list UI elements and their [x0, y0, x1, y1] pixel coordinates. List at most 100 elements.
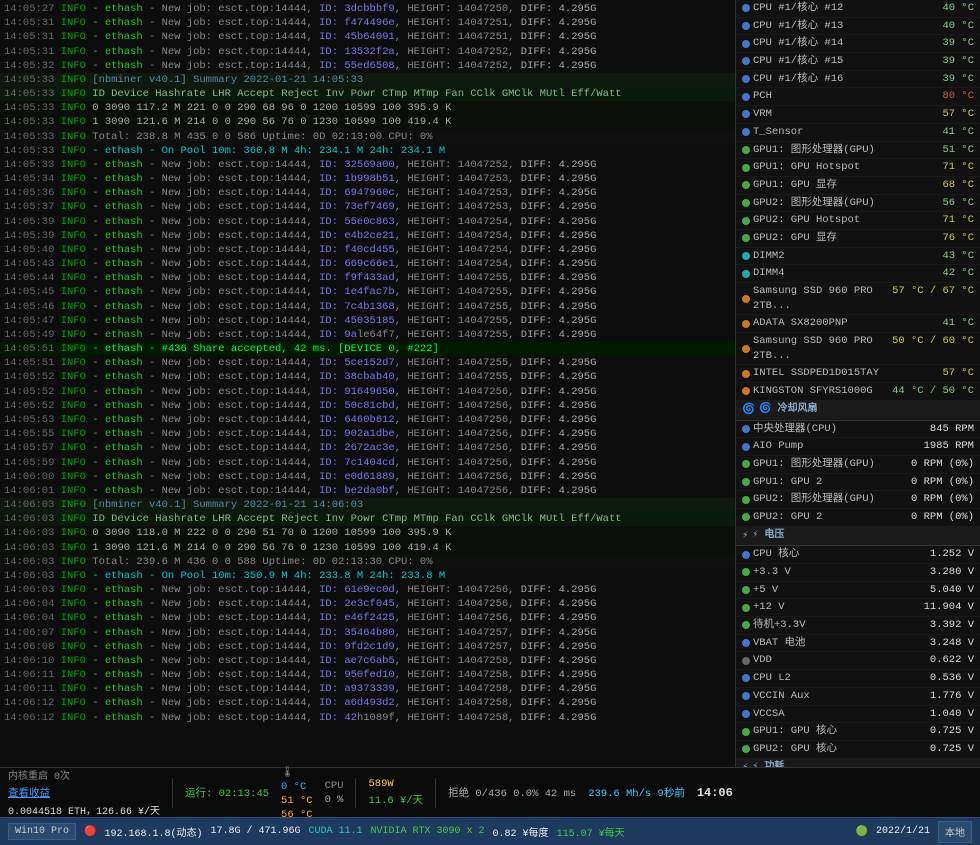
sensor-cpul2: CPU L2 0.536 V: [736, 670, 980, 688]
cpu-usage-status: CPU 0 %: [325, 780, 344, 806]
log-line: 14:05:33 INFO - ethash - New job: esct.t…: [0, 158, 735, 172]
log-line: 14:06:07 INFO - ethash - New job: esct.t…: [0, 626, 735, 640]
reject-status: 拒绝 0/436 0.0% 42 ms: [448, 785, 576, 800]
log-line: 14:06:11 INFO - ethash - New job: esct.t…: [0, 682, 735, 696]
clock-status: 14:06: [697, 786, 733, 800]
log-line: 14:05:52 INFO - ethash - New job: esct.t…: [0, 399, 735, 413]
sensor-adata: ADATA SX8200PNP 41 °C: [736, 315, 980, 333]
sensor-cpu-core-14: CPU #1/核心 #14 39 °C: [736, 35, 980, 53]
taskbar: Win10 Pro 🔴 192.168.1.8(动态) 17.8G / 471.…: [0, 817, 980, 845]
log-line: 14:06:12 INFO - ethash - New job: esct.t…: [0, 711, 735, 725]
sensor-dimm4: DIMM4 42 °C: [736, 265, 980, 283]
sensor-vccsa: VCCSA 1.040 V: [736, 706, 980, 724]
temp-status: 🌡 0 °C 51 °C 56 °C: [281, 765, 313, 821]
log-line: 14:06:12 INFO - ethash - New job: esct.t…: [0, 696, 735, 710]
status-bar: 内核重启 0次 查看收益 0.0044518 ETH，126.66 ¥/天 运行…: [0, 767, 980, 817]
sensor-aio-pump: AIO Pump 1985 RPM: [736, 438, 980, 456]
log-line: 14:06:08 INFO - ethash - New job: esct.t…: [0, 640, 735, 654]
fan-icon: 🌀: [742, 403, 755, 418]
log-line: 14:05:52 INFO - ethash - New job: esct.t…: [0, 370, 735, 384]
sensor-vrm: VRM 57 °C: [736, 106, 980, 124]
sensor-gpu1-mem: GPU1: GPU 显存 68 °C: [736, 177, 980, 195]
sensor-cpu-vcore: CPU 核心 1.252 V: [736, 546, 980, 564]
sensor-gpu1-fan: GPU1: 图形处理器(GPU) 0 RPM (0%): [736, 456, 980, 474]
log-line: 14:05:39 INFO - ethash - New job: esct.t…: [0, 229, 735, 243]
log-line: 14:05:33 INFO 1 3090 121.6 M 214 0 0 290…: [0, 115, 735, 129]
sensor-gpu2-fan: GPU2: 图形处理器(GPU) 0 RPM (0%): [736, 491, 980, 509]
voltage-section-header: ⚡ ⚡ 电压: [736, 527, 980, 547]
sensor-gpu1-core: GPU1: 图形处理器(GPU) 51 °C: [736, 142, 980, 160]
power-status: 589W 11.6 ¥/天: [368, 778, 423, 807]
sensor-gpu2-vcore: GPU2: GPU 核心 0.725 V: [736, 741, 980, 759]
log-line: 14:05:43 INFO - ethash - New job: esct.t…: [0, 257, 735, 271]
sensor-ssd-samsung1: Samsung SSD 960 PRO 2TB... 57 °C / 67 °C: [736, 283, 980, 315]
fans-section-header: 🌀 🌀 冷却风扇: [736, 401, 980, 421]
log-line: 14:05:49 INFO - ethash - New job: esct.t…: [0, 328, 735, 342]
log-line: 14:06:04 INFO - ethash - New job: esct.t…: [0, 611, 735, 625]
log-line: 14:06:04 INFO - ethash - New job: esct.t…: [0, 597, 735, 611]
log-line: 14:06:03 INFO 1 3090 121.6 M 214 0 0 290…: [0, 541, 735, 555]
log-line: 14:05:55 INFO - ethash - New job: esct.t…: [0, 427, 735, 441]
reboot-status: 内核重启 0次 查看收益 0.0044518 ETH，126.66 ¥/天: [8, 767, 160, 818]
log-line: 14:05:31 INFO - ethash - New job: esct.t…: [0, 16, 735, 30]
log-content[interactable]: 14:05:27 INFO - ethash - New job: esct.t…: [0, 0, 735, 767]
sensor-gpu2-mem: GPU2: GPU 显存 76 °C: [736, 230, 980, 248]
sensor-pch: PCH 80 °C: [736, 88, 980, 106]
log-line: 14:06:03 INFO - ethash - On Pool 10m: 35…: [0, 569, 735, 583]
log-line: 14:05:32 INFO - ethash - New job: esct.t…: [0, 59, 735, 73]
sensor-vdd: VDD 0.622 V: [736, 652, 980, 670]
log-line: 14:05:31 INFO - ethash - New job: esct.t…: [0, 30, 735, 44]
log-line: 14:06:11 INFO - ethash - New job: esct.t…: [0, 668, 735, 682]
sensor-cpu-fan: 中央处理器(CPU) 845 RPM: [736, 421, 980, 439]
sensor-panel[interactable]: CPU #1/核心 #12 40 °C CPU #1/核心 #13 40 °C …: [735, 0, 980, 767]
log-line: 14:05:33 INFO - ethash - On Pool 10m: 36…: [0, 144, 735, 158]
log-line: 14:06:00 INFO - ethash - New job: esct.t…: [0, 470, 735, 484]
sensor-cpu-core-16: CPU #1/核心 #16 39 °C: [736, 71, 980, 89]
sensor-v33: +3.3 V 3.280 V: [736, 564, 980, 582]
log-line: 14:05:31 INFO - ethash - New job: esct.t…: [0, 45, 735, 59]
log-line: 14:05:51 INFO - ethash - #436 Share acce…: [0, 342, 735, 356]
sensor-v12: +12 V 11.904 V: [736, 599, 980, 617]
log-line: 14:05:40 INFO - ethash - New job: esct.t…: [0, 243, 735, 257]
log-line: 14:05:33 INFO ID Device Hashrate LHR Acc…: [0, 87, 735, 101]
log-panel: 14:05:27 INFO - ethash - New job: esct.t…: [0, 0, 735, 767]
sensor-tsensor: T_Sensor 41 °C: [736, 124, 980, 142]
sensor-cpu-core-12: CPU #1/核心 #12 40 °C: [736, 0, 980, 18]
sensor-standby33: 待机+3.3V 3.392 V: [736, 617, 980, 635]
log-line: 14:05:27 INFO - ethash - New job: esct.t…: [0, 2, 735, 16]
sensor-v5: +5 V 5.040 V: [736, 582, 980, 600]
sensor-gpu2-core: GPU2: 图形处理器(GPU) 56 °C: [736, 195, 980, 213]
runtime-status: 运行: 02:13:45: [185, 785, 269, 800]
log-line: 14:06:03 INFO - ethash - New job: esct.t…: [0, 583, 735, 597]
sensor-kingston: KINGSTON SFYRS1000G 44 °C / 50 °C: [736, 383, 980, 401]
log-line: 14:05:59 INFO - ethash - New job: esct.t…: [0, 456, 735, 470]
log-line: 14:05:44 INFO - ethash - New job: esct.t…: [0, 271, 735, 285]
sensor-ssd-samsung2: Samsung SSD 960 PRO 2TB... 50 °C / 60 °C: [736, 333, 980, 365]
log-line: 14:05:39 INFO - ethash - New job: esct.t…: [0, 215, 735, 229]
log-line: 14:06:03 INFO 0 3090 118.0 M 222 0 0 290…: [0, 526, 735, 540]
sensor-gpu1-hotspot: GPU1: GPU Hotspot 71 °C: [736, 159, 980, 177]
sensor-gpu1-fan2: GPU1: GPU 2 0 RPM (0%): [736, 474, 980, 492]
taskbar-winedition[interactable]: Win10 Pro: [8, 823, 76, 840]
log-line: 14:05:52 INFO - ethash - New job: esct.t…: [0, 385, 735, 399]
log-line: 14:05:33 INFO 0 3090 117.2 M 221 0 0 290…: [0, 101, 735, 115]
log-line: 14:05:37 INFO - ethash - New job: esct.t…: [0, 200, 735, 214]
log-line: 14:05:34 INFO - ethash - New job: esct.t…: [0, 172, 735, 186]
sensor-gpu2-hotspot: GPU2: GPU Hotspot 71 °C: [736, 212, 980, 230]
sensor-cpu-core-13: CPU #1/核心 #13 40 °C: [736, 18, 980, 36]
log-line: 14:06:03 INFO ID Device Hashrate LHR Acc…: [0, 512, 735, 526]
taskbar-location[interactable]: 本地: [938, 821, 972, 843]
log-line: 14:05:33 INFO Total: 238.8 M 435 0 0 586…: [0, 130, 735, 144]
log-line: 14:05:36 INFO - ethash - New job: esct.t…: [0, 186, 735, 200]
sensor-dimm2: DIMM2 43 °C: [736, 248, 980, 266]
log-line: 14:05:46 INFO - ethash - New job: esct.t…: [0, 300, 735, 314]
log-line: 14:05:33 INFO [nbminer v40.1] Summary 20…: [0, 73, 735, 87]
log-line: 14:05:57 INFO - ethash - New job: esct.t…: [0, 441, 735, 455]
log-line: 14:05:53 INFO - ethash - New job: esct.t…: [0, 413, 735, 427]
sensor-cpu-core-15: CPU #1/核心 #15 39 °C: [736, 53, 980, 71]
log-line: 14:06:03 INFO [nbminer v40.1] Summary 20…: [0, 498, 735, 512]
hashrate-status: 239.6 Mh/s 9秒前: [588, 785, 685, 800]
log-line: 14:06:03 INFO Total: 239.6 M 436 0 0 588…: [0, 555, 735, 569]
voltage-icon: ⚡: [742, 529, 748, 544]
log-line: 14:05:47 INFO - ethash - New job: esct.t…: [0, 314, 735, 328]
